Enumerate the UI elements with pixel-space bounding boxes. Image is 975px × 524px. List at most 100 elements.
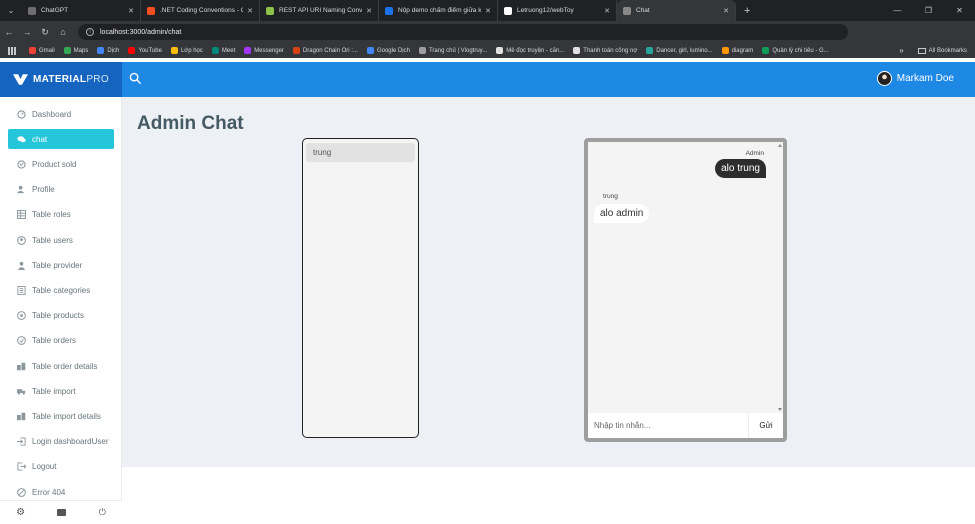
bookmark-item[interactable]: Thanh toán công nợ [573, 47, 637, 54]
bookmark-item[interactable]: Dịch [97, 47, 119, 54]
bookmark-label: diagram [731, 47, 754, 54]
site-info-icon[interactable]: i [86, 28, 94, 36]
error-icon [17, 487, 26, 497]
sidebar-item-table-orders[interactable]: Table orders [8, 331, 114, 351]
scroll-down-icon[interactable] [778, 408, 782, 411]
url-text: localhost:3000/admin/chat [100, 28, 182, 36]
app-topbar: MATERIALPRO Markam Doe [0, 62, 975, 97]
sidebar-item-table-categories[interactable]: Table categories [8, 280, 114, 300]
scroll-up-icon[interactable] [778, 144, 782, 147]
bookmark-favicon-icon [496, 47, 504, 54]
bookmark-item[interactable]: Meet [211, 47, 235, 54]
bookmark-item[interactable]: Dragon Chain Ori :... [292, 47, 358, 54]
chat-scrollbar[interactable] [778, 142, 783, 413]
bookmark-item[interactable]: Maps [63, 47, 89, 54]
sidebar-item-table-users[interactable]: Table users [8, 230, 114, 250]
close-tab-icon[interactable]: ✕ [723, 7, 729, 15]
more-bookmarks-icon[interactable]: » [899, 46, 903, 55]
sidebar-item-product-sold[interactable]: Product sold [8, 154, 114, 174]
categories-icon [17, 285, 26, 295]
chat-user-item[interactable]: trung [306, 143, 415, 162]
settings-icon[interactable]: ⚙ [16, 507, 25, 518]
sidebar-item-logout[interactable]: Logout [8, 457, 114, 477]
bookmark-item[interactable]: Google Dịch [366, 47, 410, 54]
sidebar-item-label: Table roles [32, 210, 71, 220]
mail-icon[interactable] [57, 509, 67, 516]
search-icon[interactable] [129, 72, 142, 85]
reload-icon[interactable]: ↻ [36, 27, 54, 38]
power-icon[interactable]: ⏻ [99, 507, 106, 518]
message-bubble-incoming: alo admin [594, 204, 650, 223]
bookmark-favicon-icon [573, 47, 581, 54]
restore-icon[interactable]: ❐ [913, 0, 944, 21]
sidebar-item-chat[interactable]: chat [8, 129, 114, 150]
user-name: Markam Doe [896, 73, 954, 84]
browser-tab[interactable]: Letruong12/webToy ✕ [498, 0, 617, 21]
sidebar-item-table-order-details[interactable]: Table order details [8, 356, 114, 376]
github-icon [504, 6, 512, 15]
sidebar-item-dashboard[interactable]: Dashboard [8, 104, 114, 124]
sidebar-item-label: Product sold [32, 159, 77, 169]
browser-tab[interactable]: Chat ✕ [617, 0, 736, 21]
send-button[interactable]: Gửi [748, 413, 783, 438]
sidebar-item-profile[interactable]: Profile [8, 180, 114, 200]
bookmark-label: Maps [73, 47, 89, 54]
sidebar-item-table-import-details[interactable]: Table import details [8, 406, 114, 426]
bookmark-item[interactable]: Gmail [29, 47, 55, 54]
bookmark-favicon-icon [29, 47, 36, 54]
bookmark-item[interactable]: Trang chủ | Vlogtruy... [418, 47, 487, 54]
browser-tab[interactable]: ChatGPT ✕ [22, 0, 141, 21]
sidebar-item-table-provider[interactable]: Table provider [8, 255, 114, 275]
bookmark-item[interactable]: YouTube [128, 47, 162, 54]
apps-grid-icon[interactable] [8, 46, 17, 55]
sidebar-item-label: Profile [32, 185, 55, 195]
import-details-icon [17, 412, 26, 421]
sidebar-item-label: Login dashboardUser [32, 437, 109, 447]
user-menu[interactable]: Markam Doe [876, 71, 954, 86]
sidebar-item-table-roles[interactable]: Table roles [8, 205, 114, 225]
browser-tab[interactable]: Nộp demo chấm điểm giữa kỳ ✕ [379, 0, 498, 21]
window-controls: — ❐ ✕ [882, 0, 975, 21]
browser-tab[interactable]: REST API URI Naming Conventi✕ [260, 0, 379, 21]
bookmark-favicon-icon [170, 47, 178, 54]
sidebar-item-table-products[interactable]: Table products [8, 306, 114, 326]
new-tab-button[interactable]: + [744, 5, 750, 17]
chat-window: Admin alo trung trung alo admin Gửi [584, 138, 787, 442]
close-tab-icon[interactable]: ✕ [247, 7, 253, 15]
sidebar-item-table-import[interactable]: Table import [8, 381, 114, 401]
bookmark-item[interactable]: Dancer, girl, lumino... [646, 47, 713, 54]
message-sender: trung [603, 193, 618, 200]
main-content: Admin Chat trung Admin alo trung trung a… [122, 97, 975, 467]
bookmark-item[interactable]: Messenger [244, 47, 284, 54]
bookmark-item[interactable]: Lớp học [170, 47, 203, 54]
sidebar-item-label: Table categories [32, 285, 91, 295]
close-tab-icon[interactable]: ✕ [128, 7, 134, 15]
close-tab-icon[interactable]: ✕ [485, 7, 491, 15]
bookmark-favicon-icon [366, 47, 374, 54]
chat-user-list: trung [302, 138, 419, 438]
bookmark-favicon-icon [97, 47, 105, 54]
close-tab-icon[interactable]: ✕ [366, 7, 372, 15]
home-icon[interactable]: ⌂ [54, 27, 72, 37]
message-input[interactable] [588, 413, 748, 438]
bookmark-item[interactable]: diagram [721, 47, 754, 54]
bookmark-favicon-icon [762, 47, 770, 54]
forward-icon[interactable]: → [18, 27, 36, 37]
app-logo[interactable]: MATERIALPRO [0, 62, 122, 97]
close-tab-icon[interactable]: ✕ [604, 7, 610, 15]
sidebar-item-error-404[interactable]: Error 404 [8, 482, 114, 502]
tab-search-icon[interactable]: ⌄ [0, 0, 22, 21]
close-window-icon[interactable]: ✕ [944, 0, 975, 21]
sidebar-item-label: Table provider [32, 260, 83, 270]
profile-icon [17, 185, 26, 194]
all-bookmarks-link[interactable]: All Bookmarks [929, 48, 967, 54]
url-bar[interactable]: i localhost:3000/admin/chat [78, 24, 848, 40]
bookmark-item[interactable]: Quản lý chi tiêu - G... [762, 47, 829, 54]
bookmark-favicon-icon [418, 47, 426, 54]
sidebar-item-login-dashboarduser[interactable]: Login dashboardUser [8, 432, 114, 452]
browser-tab[interactable]: .NET Coding Conventions - C# ✕ [141, 0, 260, 21]
minimize-icon[interactable]: — [882, 0, 913, 21]
back-icon[interactable]: ← [0, 27, 18, 37]
microsoft-icon [147, 6, 155, 15]
bookmark-item[interactable]: Mê đọc truyện - căn... [496, 47, 564, 54]
